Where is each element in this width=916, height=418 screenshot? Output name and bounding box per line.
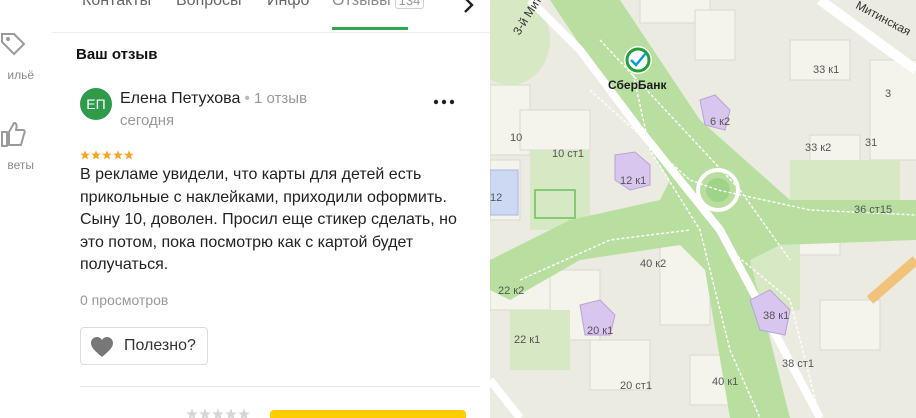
building-label: 22 к1 [514, 334, 541, 346]
author-review-count: 1 отзыв [254, 90, 308, 107]
section-title: Ваш отзыв [76, 46, 158, 63]
review-date: сегодня [120, 112, 175, 129]
star-outline-icon[interactable] [225, 408, 237, 418]
star-icon [91, 150, 101, 160]
tab-reviews[interactable]: Отзывы 134 [332, 0, 425, 10]
view-count: 0 просмотров [80, 292, 169, 308]
tag-icon [1, 33, 26, 56]
divider [80, 386, 480, 387]
rail-label-tips: веты [7, 158, 34, 172]
thumbs-up-icon [1, 122, 26, 147]
building-label: 38 к1 [763, 310, 790, 322]
review-rating-stars [80, 147, 135, 165]
star-outline-icon[interactable] [212, 408, 224, 418]
reviews-count-badge: 134 [394, 0, 425, 9]
map-canvas[interactable] [490, 0, 916, 418]
rail-label-housing: ильё [7, 68, 34, 82]
avatar[interactable]: ЕП [80, 88, 112, 120]
write-review-button[interactable] [270, 410, 466, 418]
building-label: 3 [885, 88, 892, 100]
review-text: В рекламе увидели, что карты для детей е… [80, 166, 457, 273]
building-label: 10 [510, 132, 523, 144]
building-label: 38 ст1 [782, 358, 814, 370]
star-icon [102, 150, 112, 160]
tab-info[interactable]: Инфо [267, 0, 309, 10]
tab-reviews-label: Отзывы [332, 0, 391, 9]
map[interactable]: СберБанк 3-й Митинский Митинская 33 к1 6… [490, 0, 916, 418]
building-label: 20 к1 [587, 325, 614, 337]
reviews-panel: Контакты Вопросы Инфо Отзывы 134 Ваш отзы… [52, 0, 490, 418]
building-label: 12 [490, 192, 503, 204]
building-label: 40 к1 [712, 376, 739, 388]
star-icon [113, 150, 123, 160]
building-label: 12 к1 [620, 175, 647, 187]
star-icon [124, 150, 134, 160]
rate-stars-input[interactable] [186, 407, 251, 418]
rail-item-tips[interactable]: веты [0, 120, 52, 180]
building-label: 20 ст1 [620, 380, 652, 392]
bullet-separator: • [244, 90, 251, 107]
author-name[interactable]: Елена Петухова [120, 90, 240, 107]
star-outline-icon[interactable] [186, 408, 198, 418]
more-options-icon[interactable] [432, 90, 456, 114]
star-outline-icon[interactable] [199, 408, 211, 418]
star-outline-icon[interactable] [238, 408, 250, 418]
building-label: 6 к2 [710, 116, 731, 128]
building-label: 22 к2 [498, 285, 525, 297]
helpful-button[interactable]: Полезно? [80, 327, 208, 365]
chevron-right-icon[interactable] [459, 0, 479, 16]
sberbank-pin-icon[interactable] [624, 46, 652, 74]
building-label: 31 [865, 137, 878, 149]
building-label: 33 к1 [813, 64, 840, 76]
heart-icon [91, 337, 113, 357]
active-tab-indicator [332, 27, 408, 30]
building-label: 36 ст15 [854, 204, 893, 216]
review-author-line: Елена Петухова • 1 отзыв [120, 90, 307, 108]
tab-questions[interactable]: Вопросы [176, 0, 242, 10]
tab-contacts[interactable]: Контакты [82, 0, 151, 10]
building-label: 33 к2 [805, 142, 832, 154]
left-rail: ильё веты [0, 0, 53, 418]
helpful-label: Полезно? [124, 337, 196, 354]
rail-item-housing[interactable]: ильё [0, 30, 52, 90]
tab-bar: Контакты Вопросы Инфо Отзывы 134 [52, 0, 490, 33]
building-label: 40 к2 [640, 258, 667, 270]
building-label: 10 ст1 [552, 148, 584, 160]
poi-label[interactable]: СберБанк [608, 78, 666, 92]
star-icon [80, 150, 90, 160]
